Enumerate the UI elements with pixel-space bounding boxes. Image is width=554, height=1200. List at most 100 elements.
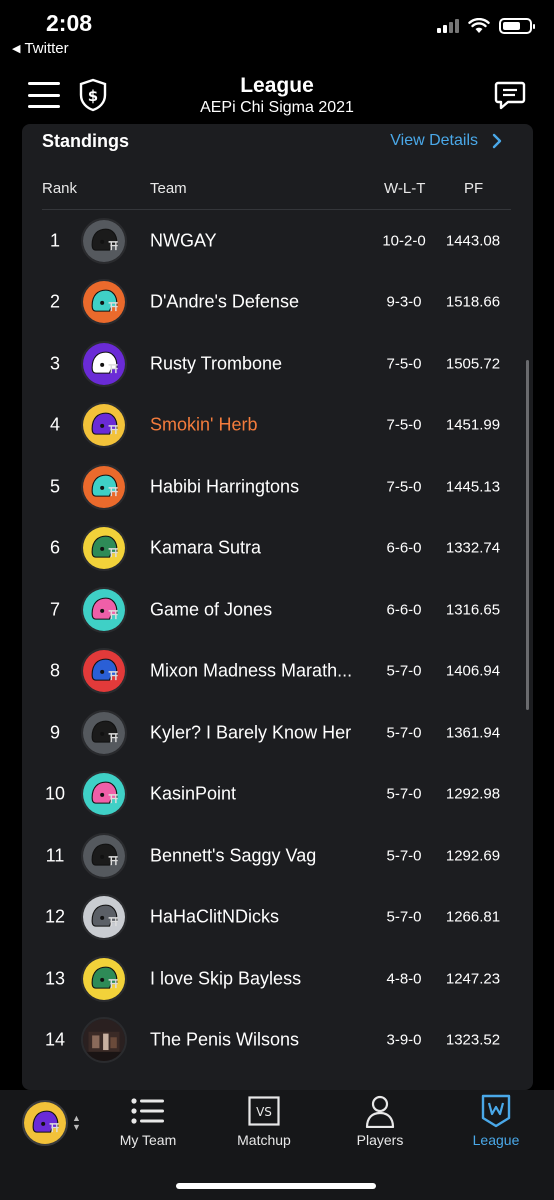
standings-row[interactable]: 14 The Penis Wilsons 3-9-0 1323.52 [22, 1010, 533, 1072]
team-helmet-icon [81, 586, 127, 633]
rank-cell: 9 [49, 722, 60, 743]
status-bar: 2:08 ◀ Twitter [0, 0, 554, 64]
team-name[interactable]: HaHaClitNDicks [150, 907, 279, 928]
team-helmet-icon [81, 279, 127, 326]
team-helmet-icon [81, 463, 127, 510]
team-helmet-icon [81, 832, 127, 879]
record-cell: 5-7-0 [386, 847, 422, 865]
view-details-label: View Details [390, 132, 478, 149]
app-header: $ League AEPi Chi Sigma 2021 [0, 64, 554, 124]
nav-players[interactable]: Players [330, 1094, 430, 1152]
points-for-cell: 1292.98 [445, 785, 501, 803]
record-cell: 6-6-0 [386, 539, 422, 557]
points-for-cell: 1323.52 [445, 1031, 501, 1049]
team-name[interactable]: Kamara Sutra [150, 538, 261, 559]
vs-icon: VS [248, 1096, 280, 1126]
rank-cell: 14 [44, 1029, 66, 1050]
standings-card: Standings View Details Rank Team W-L-T P… [22, 124, 533, 1090]
rank-cell: 5 [49, 476, 60, 497]
team-helmet-icon [81, 1017, 127, 1064]
standings-row[interactable]: 13 I love Skip Bayless 4-8-0 1247.23 [22, 948, 533, 1010]
team-helmet-icon [81, 217, 127, 264]
team-name[interactable]: Kyler? I Barely Know Her [150, 722, 351, 743]
record-cell: 3-9-0 [386, 1031, 422, 1049]
record-cell: 5-7-0 [386, 724, 422, 742]
points-for-cell: 1247.23 [445, 970, 501, 988]
view-details-link[interactable]: View Details [390, 132, 502, 150]
team-helmet-icon [81, 955, 127, 1002]
league-icon [481, 1094, 511, 1128]
standings-row[interactable]: 7 Game of Jones 6-6-0 1316.65 [22, 579, 533, 641]
record-cell: 10-2-0 [382, 232, 426, 250]
rank-cell: 10 [44, 783, 66, 804]
rank-cell: 1 [49, 230, 60, 251]
standings-row[interactable]: 9 Kyler? I Barely Know Her 5-7-0 1361.94 [22, 702, 533, 764]
standings-row[interactable]: 6 Kamara Sutra 6-6-0 1332.74 [22, 518, 533, 580]
points-for-cell: 1316.65 [445, 601, 501, 619]
record-cell: 5-7-0 [386, 908, 422, 926]
team-name[interactable]: Smokin' Herb [150, 415, 257, 436]
standings-row[interactable]: 8 Mixon Madness Marath... 5-7-0 1406.94 [22, 641, 533, 703]
team-name[interactable]: Mixon Madness Marath... [150, 661, 352, 682]
rank-cell: 12 [44, 906, 66, 927]
home-indicator [176, 1183, 376, 1189]
league-name: AEPi Chi Sigma 2021 [200, 99, 354, 116]
back-arrow-icon: ◀ [12, 43, 21, 55]
up-down-caret-icon: ▲ ▼ [72, 1113, 81, 1132]
record-cell: 5-7-0 [386, 785, 422, 803]
standings-row[interactable]: 2 D'Andre's Defense 9-3-0 1518.66 [22, 272, 533, 334]
team-name[interactable]: KasinPoint [150, 784, 236, 805]
team-name[interactable]: NWGAY [150, 230, 217, 251]
scrollbar[interactable] [526, 360, 529, 710]
standings-row[interactable]: 3 Rusty Trombone 7-5-0 1505.72 [22, 333, 533, 395]
standings-row[interactable]: 1 NWGAY 10-2-0 1443.08 [22, 210, 533, 272]
my-team-avatar [22, 1100, 68, 1146]
points-for-cell: 1518.66 [445, 293, 501, 311]
nav-matchup[interactable]: VS Matchup [214, 1094, 314, 1152]
team-switcher[interactable]: ▲ ▼ [22, 1100, 84, 1148]
back-to-app-link[interactable]: ◀ Twitter [12, 40, 69, 57]
status-time: 2:08 [46, 10, 93, 36]
rank-cell: 11 [45, 845, 65, 866]
record-cell: 7-5-0 [386, 416, 422, 434]
nav-league[interactable]: League [446, 1094, 546, 1152]
points-for-cell: 1266.81 [445, 908, 501, 926]
svg-text:VS: VS [256, 1105, 272, 1119]
team-helmet-icon [81, 771, 127, 818]
record-cell: 9-3-0 [386, 293, 422, 311]
nav-matchup-label: Matchup [237, 1132, 291, 1148]
team-name[interactable]: I love Skip Bayless [150, 968, 301, 989]
battery-icon [499, 18, 535, 34]
standings-row[interactable]: 5 Habibi Harringtons 7-5-0 1445.13 [22, 456, 533, 518]
nav-my-team[interactable]: My Team [98, 1094, 198, 1152]
nav-my-team-label: My Team [119, 1132, 177, 1148]
team-name[interactable]: Game of Jones [150, 599, 272, 620]
team-name[interactable]: Bennett's Saggy Vag [150, 845, 316, 866]
points-for-cell: 1445.13 [445, 478, 501, 496]
standings-row[interactable]: 10 KasinPoint 5-7-0 1292.98 [22, 764, 533, 826]
status-icons [437, 18, 535, 34]
record-cell: 7-5-0 [386, 355, 422, 373]
points-for-cell: 1361.94 [445, 724, 501, 742]
standings-row[interactable]: 11 Bennett's Saggy Vag 5-7-0 1292.69 [22, 825, 533, 887]
nav-players-label: Players [356, 1132, 404, 1148]
rank-cell: 4 [49, 414, 60, 435]
cellular-signal-icon [437, 19, 459, 33]
standings-row[interactable]: 12 HaHaClitNDicks 5-7-0 1266.81 [22, 887, 533, 949]
points-for-cell: 1332.74 [445, 539, 501, 557]
rank-cell: 6 [49, 537, 60, 558]
standings-row[interactable]: 4 Smokin' Herb 7-5-0 1451.99 [22, 395, 533, 457]
points-for-cell: 1451.99 [445, 416, 501, 434]
points-for-cell: 1443.08 [445, 232, 501, 250]
back-app-label: Twitter [24, 40, 69, 57]
team-name[interactable]: Rusty Trombone [150, 353, 282, 374]
team-helmet-icon [81, 648, 127, 695]
column-header-wlt: W-L-T [384, 180, 426, 197]
chat-icon[interactable] [494, 80, 526, 110]
team-name[interactable]: The Penis Wilsons [150, 1030, 299, 1051]
team-name[interactable]: D'Andre's Defense [150, 292, 299, 313]
rank-cell: 2 [49, 291, 60, 312]
wifi-icon [468, 18, 490, 33]
team-name[interactable]: Habibi Harringtons [150, 476, 299, 497]
column-header-rank: Rank [42, 180, 78, 197]
